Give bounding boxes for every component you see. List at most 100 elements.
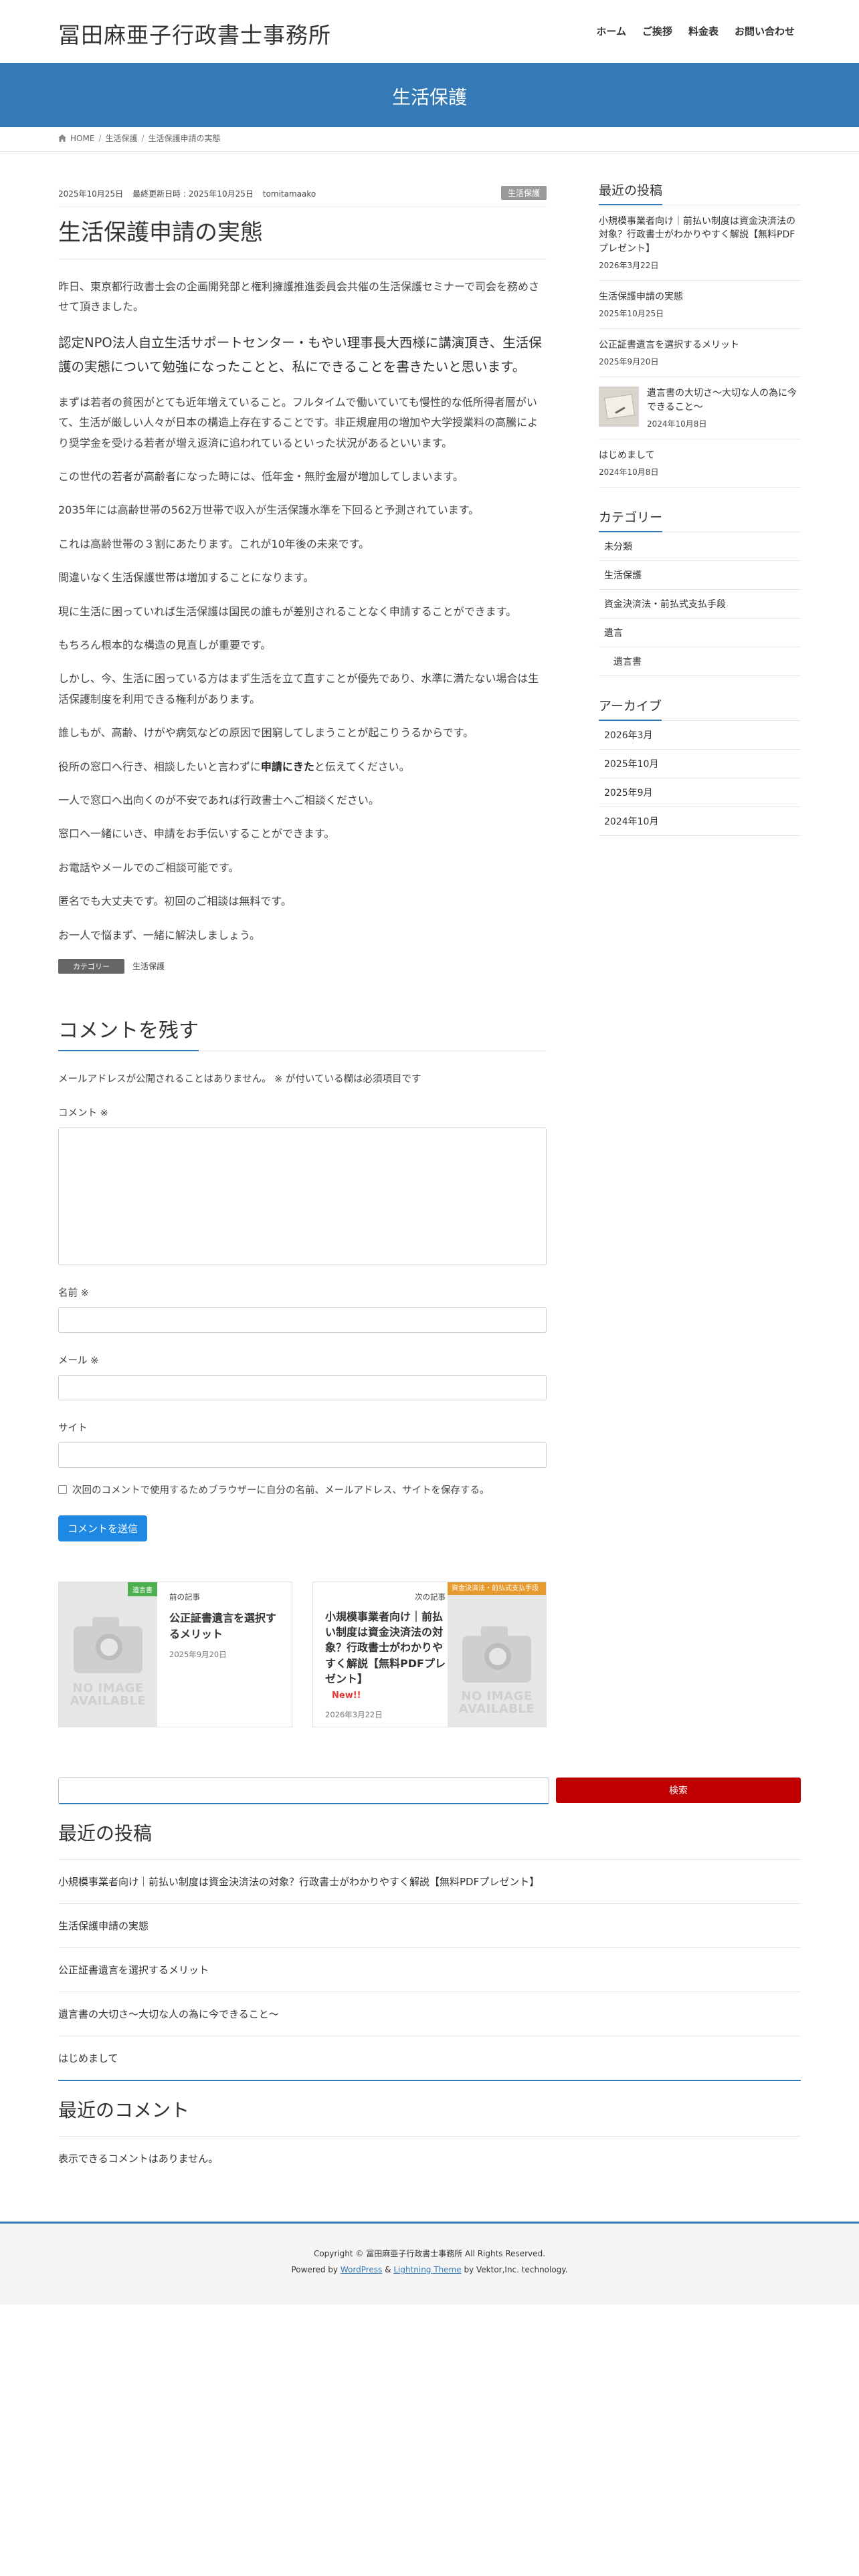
- next-post-tag: 資金決済法・前払式支払手段: [448, 1582, 546, 1596]
- footer-recent-item[interactable]: はじめまして: [58, 2036, 801, 2080]
- page-header-band: 生活保護: [0, 63, 859, 127]
- sidebar-recent-heading: 最近の投稿: [599, 181, 663, 205]
- footer-comments-heading: 最近のコメント: [58, 2096, 801, 2137]
- no-image-text: NO IMAGE AVAILABLE: [458, 1689, 535, 1716]
- save-info-label: 次回のコメントで使用するためブラウザーに自分の名前、メールアドレス、サイトを保存…: [72, 1485, 490, 1496]
- sidebar-category-item[interactable]: 未分類: [599, 532, 801, 562]
- nav-greeting[interactable]: ご挨拶: [642, 24, 672, 38]
- footer-recent-item[interactable]: 生活保護申請の実態: [58, 1904, 801, 1948]
- vektor-text: by Vektor,Inc. technology.: [464, 2265, 568, 2274]
- breadcrumb-home[interactable]: HOME: [70, 134, 94, 143]
- sidebar-archive-item[interactable]: 2025年9月: [599, 778, 801, 808]
- website-input[interactable]: [58, 1442, 547, 1468]
- paragraph: これは高齢世帯の３割にあたります。これが10年後の未来です。: [58, 537, 370, 550]
- global-nav: ホーム ご挨拶 料金表 お問い合わせ: [596, 24, 795, 38]
- comment-notes: メールアドレスが公開されることはありません。 ※ が付いている欄は必須項目です: [58, 1073, 421, 1085]
- email-input[interactable]: [58, 1374, 547, 1400]
- footer-recent-item[interactable]: 小規模事業者向け｜前払い制度は資金決済法の対象？行政書士がわかりやすく解説【無料…: [58, 1860, 801, 1904]
- paragraph: 一人で窓口へ出向くのが不安であれば行政書士へご相談ください。: [58, 793, 379, 807]
- author-link[interactable]: tomitamaako: [263, 189, 316, 199]
- sidebar-post-title: 遺言書の大切さ〜大切な人の為に今できること〜: [647, 388, 797, 413]
- search-button[interactable]: 検索: [556, 1778, 801, 1803]
- site-title[interactable]: 冨田麻亜子行政書士事務所: [58, 17, 331, 49]
- sidebar-subcategory-item[interactable]: 遺言書: [599, 647, 801, 677]
- search-input[interactable]: [58, 1778, 549, 1804]
- paragraph: まずは若者の貧困がとても近年増えていること。フルタイムで働いていても慢性的な低所…: [58, 395, 539, 449]
- search-form: 検索: [58, 1778, 801, 1804]
- nav-home[interactable]: ホーム: [596, 24, 626, 38]
- home-icon: [58, 134, 66, 142]
- next-post-kind: 次の記事: [415, 1592, 446, 1602]
- sidebar-post-date: 2026年3月22日: [599, 260, 659, 270]
- sidebar-recent-post[interactable]: 公正証書遺言を選択するメリット 2025年9月20日: [599, 329, 801, 378]
- breadcrumb-current: 生活保護申請の実態: [148, 134, 221, 143]
- entry-category-row: カテゴリー 生活保護: [58, 958, 547, 974]
- next-post-title-wrap: 小規模事業者向け｜前払い制度は資金決済法の対象？行政書士がわかりやすく解説【無料…: [325, 1609, 446, 1703]
- sidebar-post-date: 2024年10月8日: [599, 467, 659, 477]
- wordpress-link[interactable]: WordPress: [341, 2265, 382, 2274]
- no-image-text: NO IMAGE AVAILABLE: [70, 1681, 147, 1708]
- lead-paragraph: 認定NPO法人自立生活サポートセンター・もやい理事長大西様に講演頂き、生活保護の…: [58, 334, 542, 374]
- no-image-thumbnail: NO IMAGE AVAILABLE 資金決済法・前払式支払手段: [448, 1582, 546, 1727]
- comment-textarea[interactable]: [58, 1127, 547, 1265]
- sidebar-category-heading: カテゴリー: [599, 508, 663, 533]
- category-badge[interactable]: 生活保護: [500, 186, 547, 200]
- post-thumbnail: [599, 387, 639, 427]
- nav-pricing[interactable]: 料金表: [688, 24, 719, 38]
- prev-post-card[interactable]: NO IMAGE AVAILABLE 遺言書 前の記事 公正証書遺言を選択するメ…: [58, 1581, 292, 1727]
- sidebar-recent-post[interactable]: はじめまして 2024年10月8日: [599, 439, 801, 488]
- footer-recent-item[interactable]: 遺言書の大切さ〜大切な人の為に今できること〜: [58, 1992, 801, 2036]
- published-date: 2025年10月25日: [58, 189, 124, 199]
- prev-post-tag: 遺言書: [128, 1582, 157, 1596]
- sidebar-recent-post[interactable]: 遺言書の大切さ〜大切な人の為に今できること〜 2024年10月8日: [599, 377, 801, 440]
- sidebar-category-item[interactable]: 資金決済法・前払式支払手段: [599, 590, 801, 619]
- category-link[interactable]: 生活保護: [132, 960, 165, 972]
- breadcrumb-separator: /: [141, 133, 145, 143]
- new-badge: New!!: [332, 1690, 361, 1701]
- save-info-checkbox[interactable]: [58, 1485, 67, 1494]
- breadcrumb-separator: /: [98, 133, 102, 143]
- sidebar-category-item[interactable]: 生活保護: [599, 561, 801, 591]
- updated-date: 最終更新日時 : 2025年10月25日: [132, 189, 254, 199]
- sidebar: 最近の投稿 小規模事業者向け｜前払い制度は資金決済法の対象？行政書士がわかりやす…: [599, 181, 801, 837]
- comment-label: コメント ※: [58, 1107, 108, 1119]
- site-footer: Copyright © 冨田麻亜子行政書士事務所 All Rights Rese…: [0, 2222, 859, 2304]
- name-input[interactable]: [58, 1307, 547, 1333]
- sidebar-category-item[interactable]: 遺言: [599, 619, 801, 648]
- next-post-card[interactable]: 次の記事 小規模事業者向け｜前払い制度は資金決済法の対象？行政書士がわかりやすく…: [312, 1581, 547, 1727]
- no-image-thumbnail: NO IMAGE AVAILABLE 遺言書: [59, 1582, 157, 1727]
- sidebar-recent-post[interactable]: 生活保護申請の実態 2025年10月25日: [599, 281, 801, 330]
- paragraph: お一人で悩まず、一緒に解決しましょう。: [58, 928, 260, 942]
- footer-widgets: 検索 最近の投稿 小規模事業者向け｜前払い制度は資金決済法の対象？行政書士がわか…: [58, 1778, 801, 2180]
- sidebar-archive-item[interactable]: 2025年10月: [599, 750, 801, 779]
- submit-comment-button[interactable]: コメントを送信: [58, 1515, 148, 1541]
- sidebar-archive-item[interactable]: 2024年10月: [599, 807, 801, 837]
- emphasis-text: 申請にきた: [260, 760, 314, 773]
- footer-widget-divider: [58, 2080, 801, 2081]
- name-label: 名前 ※: [58, 1287, 89, 1299]
- paragraph: 2035年には高齢世帯の562万世帯で収入が生活保護水準を下回ると予測されていま…: [58, 504, 480, 517]
- paragraph: お電話やメールでのご相談可能です。: [58, 861, 240, 874]
- post-navigation: NO IMAGE AVAILABLE 遺言書 前の記事 公正証書遺言を選択するメ…: [58, 1581, 547, 1727]
- paragraph: 昨日、東京都行政書士会の企画開発部と権利擁護推進委員会共催の生活保護セミナーで司…: [58, 280, 540, 314]
- sidebar-recent-post[interactable]: 小規模事業者向け｜前払い制度は資金決済法の対象？行政書士がわかりやすく解説【無料…: [599, 205, 801, 281]
- footer-recent-item[interactable]: 公正証書遺言を選択するメリット: [58, 1948, 801, 1992]
- theme-link[interactable]: Lightning Theme: [393, 2265, 461, 2274]
- category-label: カテゴリー: [58, 958, 124, 974]
- sidebar-archive-item[interactable]: 2026年3月: [599, 721, 801, 750]
- text-run: 役所の窓口へ行き、相談したいと言わずに: [58, 760, 261, 773]
- camera-icon: [462, 1626, 531, 1683]
- page-header-title: 生活保護: [391, 86, 467, 108]
- breadcrumb: HOME / 生活保護 / 生活保護申請の実態: [58, 132, 221, 144]
- next-post-title: 小規模事業者向け｜前払い制度は資金決済法の対象？行政書士がわかりやすく解説【無料…: [325, 1610, 446, 1685]
- main-content: 2025年10月25日 最終更新日時 : 2025年10月25日 tomitam…: [58, 181, 547, 1727]
- prev-post-title: 公正証書遺言を選択するメリット: [169, 1611, 277, 1640]
- breadcrumb-divider: [0, 151, 859, 152]
- no-comments-text: 表示できるコメントはありません。: [58, 2153, 219, 2165]
- prev-post-date: 2025年9月20日: [169, 1649, 227, 1659]
- paragraph: 間違いなく生活保護世帯は増加することになります。: [58, 571, 314, 584]
- breadcrumb-category[interactable]: 生活保護: [105, 132, 137, 144]
- comment-heading: コメントを残す: [58, 1014, 199, 1051]
- nav-contact[interactable]: お問い合わせ: [735, 24, 795, 38]
- copyright-text: Copyright © 冨田麻亜子行政書士事務所 All Rights Rese…: [313, 2249, 546, 2258]
